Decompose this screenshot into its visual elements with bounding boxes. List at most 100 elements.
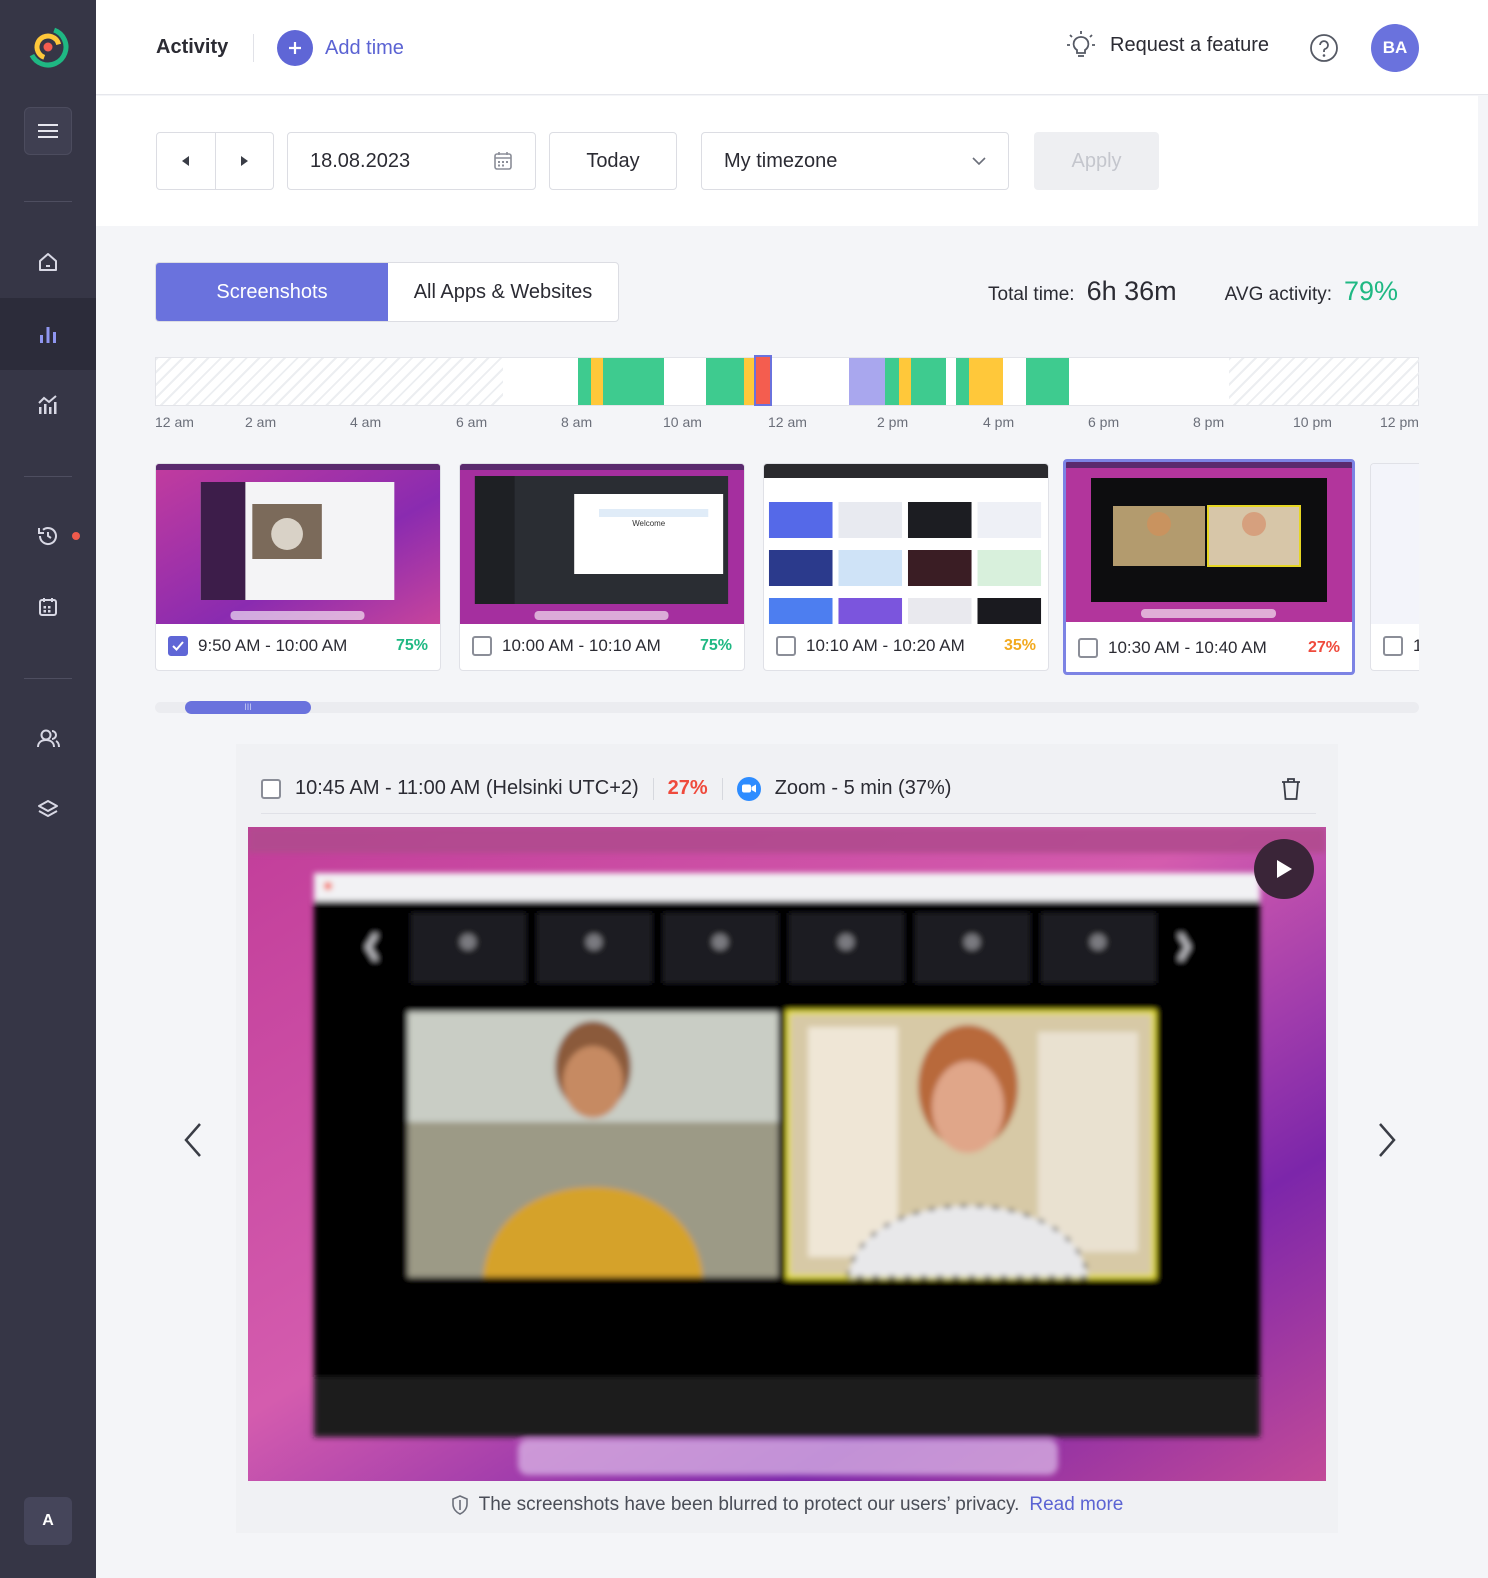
- avatar[interactable]: BA: [1371, 24, 1419, 72]
- home-icon: [39, 253, 57, 271]
- screenshot-thumbnail[interactable]: [1066, 462, 1352, 622]
- timeline-tick: 2 am: [245, 414, 277, 430]
- help-icon[interactable]: [1309, 33, 1339, 63]
- avg-activity-value: 79%: [1344, 276, 1399, 306]
- caret-left-icon: [181, 156, 189, 166]
- screenshot-card-selected[interactable]: 10:30 AM - 10:40 AM 27%: [1063, 459, 1355, 675]
- screenshot-checkbox[interactable]: [261, 778, 281, 799]
- screenshot-time: 1: [1413, 636, 1419, 656]
- lightbulb-icon: [1067, 31, 1095, 57]
- screenshot-checkbox[interactable]: [472, 636, 492, 656]
- add-time-button[interactable]: Add time: [277, 30, 404, 66]
- timeline-tick: 4 am: [350, 414, 382, 430]
- timeline-segment[interactable]: [849, 358, 885, 405]
- screenshot-card-footer: 10:10 AM - 10:20 AM 35%: [764, 622, 1048, 670]
- apply-button[interactable]: Apply: [1034, 132, 1159, 190]
- sidebar-divider: [24, 201, 72, 202]
- timezone-value: My timezone: [724, 149, 838, 172]
- timeline-segment[interactable]: [956, 358, 969, 405]
- tab-all-apps-websites[interactable]: All Apps & Websites: [388, 263, 618, 321]
- play-button[interactable]: [1254, 839, 1314, 899]
- app-logo-icon[interactable]: [27, 26, 69, 68]
- previous-day-button[interactable]: [157, 133, 216, 189]
- next-day-button[interactable]: [216, 133, 274, 189]
- read-more-link[interactable]: Read more: [1029, 1494, 1123, 1516]
- request-feature-button[interactable]: Request a feature: [1066, 30, 1269, 60]
- screenshot-time: 10:00 AM - 10:10 AM: [502, 636, 661, 655]
- screenshot-thumbnail[interactable]: [156, 464, 440, 624]
- timeline-segment[interactable]: [899, 358, 911, 405]
- trash-icon[interactable]: [1280, 777, 1302, 801]
- timeline-segment[interactable]: [603, 358, 664, 405]
- sidebar-divider: [24, 476, 72, 477]
- timeline-segment[interactable]: [706, 358, 744, 405]
- timeline-segment[interactable]: [911, 358, 946, 405]
- timeline-segment[interactable]: [744, 358, 754, 405]
- avg-activity-label: AVG activity:: [1224, 284, 1332, 305]
- screenshot-thumbnail[interactable]: Welcome: [460, 464, 744, 624]
- timeline-tick: 6 pm: [1088, 414, 1120, 430]
- screenshot-card[interactable]: 9:50 AM - 10:00 AM 75%: [155, 463, 441, 671]
- menu-toggle-button[interactable]: [24, 107, 72, 155]
- timeline-tick: 6 am: [456, 414, 488, 430]
- filter-bar: 18.08.2023 Today My timezone Apply: [96, 96, 1478, 226]
- screenshot-thumbnail[interactable]: [764, 464, 1048, 624]
- screenshot-full-image[interactable]: [248, 827, 1326, 1481]
- tab-screenshots[interactable]: Screenshots: [156, 263, 388, 321]
- caret-right-icon: [241, 156, 249, 166]
- timeline-tick: 4 pm: [983, 414, 1015, 430]
- sidebar-item-team[interactable]: [0, 703, 96, 775]
- sidebar: A: [0, 0, 96, 1578]
- timeline-segment[interactable]: [591, 358, 603, 405]
- screenshot-card[interactable]: Welcome 10:00 AM - 10:10 AM 75%: [459, 463, 745, 671]
- screenshot-card-partial[interactable]: 1: [1370, 463, 1419, 671]
- layers-icon: [38, 800, 58, 817]
- calendar-icon: [39, 598, 57, 616]
- screenshot-checkbox[interactable]: [776, 636, 796, 656]
- timeline-segment-selected[interactable]: [754, 355, 772, 406]
- top-bar: Activity Add time Request a feature BA: [96, 0, 1488, 95]
- previous-screenshot-button[interactable]: [178, 1120, 208, 1160]
- sidebar-item-calendar[interactable]: [0, 571, 96, 643]
- screenshot-card-footer: 9:50 AM - 10:00 AM 75%: [156, 622, 440, 670]
- screenshot-time: 10:10 AM - 10:20 AM: [806, 636, 965, 655]
- screenshot-card-footer: 10:30 AM - 10:40 AM 27%: [1066, 624, 1352, 672]
- timeline-segment[interactable]: [578, 358, 591, 405]
- screenshot-checkbox[interactable]: [1383, 636, 1403, 656]
- timezone-select[interactable]: My timezone: [701, 132, 1009, 190]
- sidebar-item-reports[interactable]: [0, 369, 96, 441]
- today-button[interactable]: Today: [549, 132, 677, 190]
- activity-summary: Total time: 6h 36m AVG activity: 79%: [988, 276, 1398, 307]
- detail-time-range: 10:45 AM - 11:00 AM (Helsinki UTC+2): [295, 777, 639, 799]
- timeline-segment[interactable]: [969, 358, 1003, 405]
- timeline-segment[interactable]: [1026, 358, 1069, 405]
- sidebar-item-history[interactable]: [0, 500, 96, 572]
- privacy-notice: The screenshots have been blurred to pro…: [236, 1494, 1338, 1516]
- scrollbar-handle[interactable]: III: [185, 701, 311, 714]
- screenshot-thumbnail[interactable]: [1371, 464, 1419, 624]
- timeline-offline-range: [1229, 358, 1419, 405]
- user-menu-button[interactable]: A: [24, 1497, 72, 1545]
- screenshot-checkbox[interactable]: [1078, 638, 1098, 658]
- timeline-segment[interactable]: [885, 358, 899, 405]
- detail-app-usage: Zoom - 5 min (37%): [774, 777, 952, 799]
- sidebar-item-projects[interactable]: [0, 774, 96, 846]
- thumbnail-scrollbar[interactable]: III: [155, 701, 1419, 714]
- next-screenshot-button[interactable]: [1372, 1120, 1402, 1160]
- date-value: 18.08.2023: [310, 149, 411, 172]
- sidebar-item-activity[interactable]: [0, 298, 96, 370]
- screenshot-card[interactable]: 10:10 AM - 10:20 AM 35%: [763, 463, 1049, 671]
- blurred-screenshot: [248, 827, 1326, 1481]
- history-icon: [38, 527, 57, 545]
- screenshot-card-footer: 1: [1371, 622, 1419, 670]
- bar-chart-icon: [40, 327, 56, 343]
- date-picker-input[interactable]: 18.08.2023: [287, 132, 536, 190]
- activity-timeline[interactable]: [155, 355, 1419, 406]
- request-feature-label: Request a feature: [1110, 33, 1269, 56]
- add-time-label: Add time: [325, 36, 404, 59]
- sidebar-item-home[interactable]: [0, 226, 96, 298]
- total-time-label: Total time:: [988, 284, 1075, 305]
- zoom-app-icon: [736, 776, 761, 801]
- screenshot-checkbox[interactable]: [168, 636, 188, 656]
- sidebar-divider: [24, 678, 72, 679]
